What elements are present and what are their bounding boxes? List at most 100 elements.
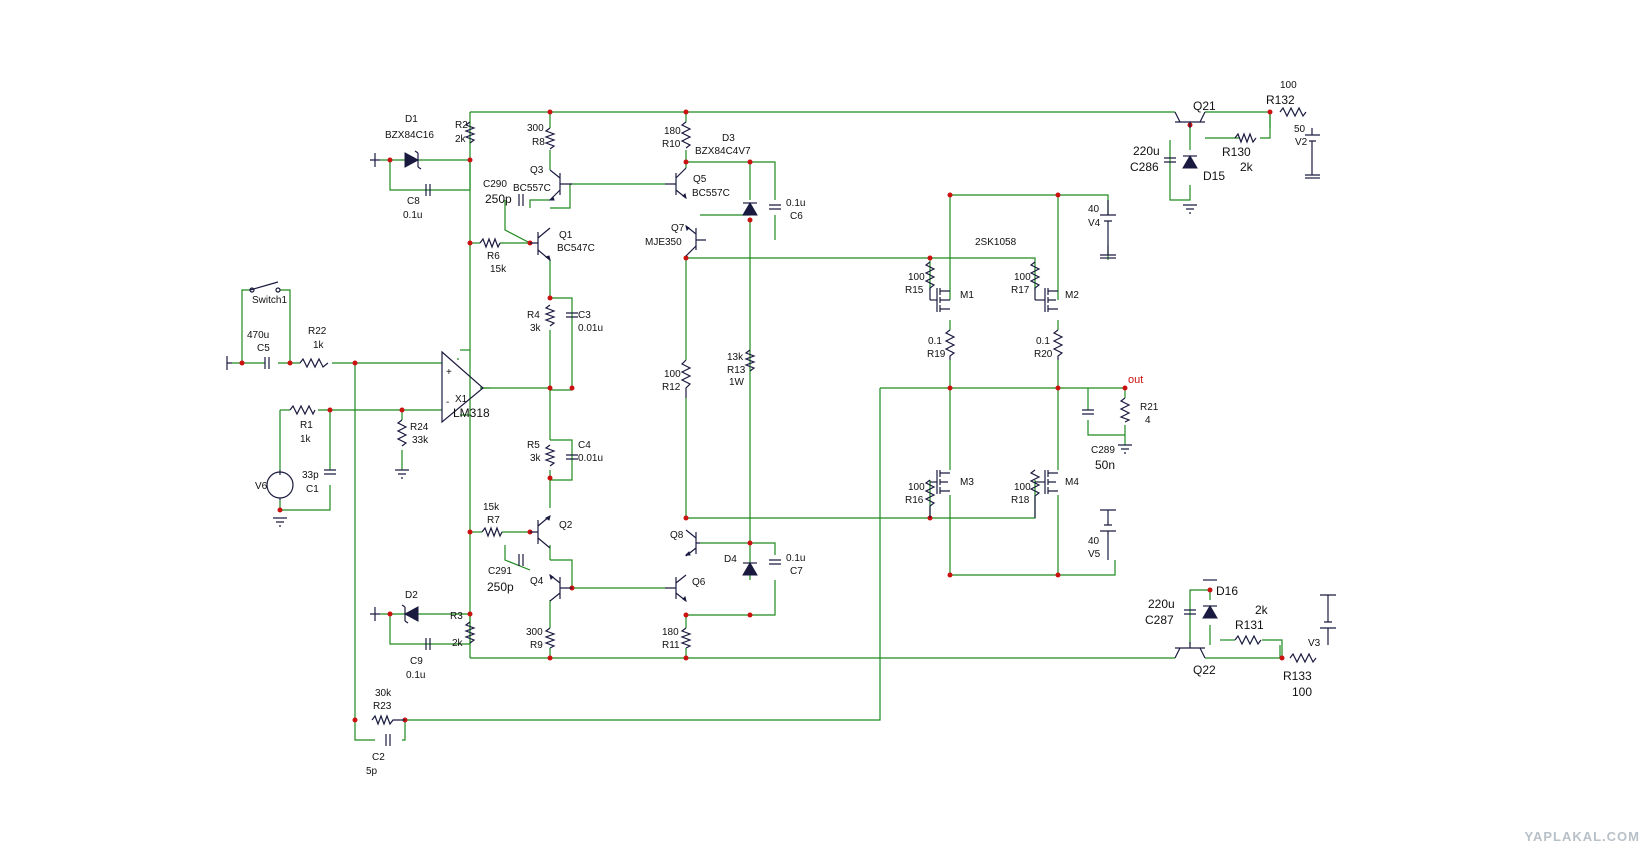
- label-c6-value: 0.1u: [786, 198, 805, 209]
- resistor-r11: [680, 627, 692, 649]
- label-c1: C1: [306, 484, 319, 495]
- capacitor-c1: [324, 469, 336, 475]
- zener-d15: [1182, 155, 1198, 169]
- label-r6: R6: [487, 251, 500, 262]
- label-v5: V5: [1088, 549, 1101, 560]
- ground-symbol: [370, 153, 380, 167]
- resistor-r8: [544, 127, 556, 150]
- resistor-r24: [396, 419, 408, 447]
- resistor-r12: [680, 359, 692, 398]
- mosfet-m3: [930, 470, 950, 494]
- label-d3: D3: [722, 133, 735, 144]
- label-r13-power: 1W: [729, 377, 745, 388]
- transistor-q8: [684, 529, 700, 557]
- label-q8: Q8: [670, 530, 684, 541]
- transistor-q7: [685, 224, 706, 257]
- label-r15: R15: [905, 285, 924, 296]
- label-r5-value: 3k: [530, 453, 542, 464]
- label-x1: X1: [455, 394, 468, 405]
- source-v4: [1100, 200, 1116, 256]
- label-r15-value: 100: [908, 272, 925, 283]
- label-r21: R21: [1140, 402, 1159, 413]
- label-c6: C6: [790, 211, 803, 222]
- capacitor-c6: [769, 204, 781, 210]
- source-v2: [1305, 128, 1320, 176]
- resistor-r23: [371, 714, 405, 726]
- label-d1-value: BZX84C16: [385, 130, 434, 141]
- label-q5: Q5: [693, 174, 707, 185]
- capacitor-c289: [1082, 409, 1094, 415]
- label-r20: R20: [1034, 349, 1053, 360]
- zener-d16: [1202, 605, 1218, 619]
- resistor-r1: [289, 404, 316, 416]
- label-r12-value: 100: [664, 369, 681, 380]
- label-r16-value: 100: [908, 482, 925, 493]
- label-d2: D2: [405, 590, 418, 601]
- source-v3: [1320, 594, 1336, 645]
- label-v6: V6: [255, 481, 268, 492]
- label-d3-value: BZX84C4V7: [695, 146, 751, 157]
- label-q22: Q22: [1193, 663, 1216, 677]
- label-r132: R132: [1266, 93, 1295, 107]
- label-c5: C5: [257, 343, 270, 354]
- label-r23-value: 30k: [375, 688, 392, 699]
- label-c1-value: 33p: [302, 470, 319, 481]
- resistor-r10: [680, 121, 692, 149]
- label-r130-value: 2k: [1240, 160, 1254, 174]
- label-r133: R133: [1283, 669, 1312, 683]
- label-r17-value: 100: [1014, 272, 1031, 283]
- label-r8-value: 300: [527, 123, 544, 134]
- ground-symbol: [226, 356, 232, 370]
- mosfet-m4: [1035, 470, 1058, 494]
- label-q7: Q7: [671, 223, 685, 234]
- label-r7-value: 15k: [483, 502, 500, 513]
- label-m1: M1: [960, 290, 974, 301]
- label-r10-value: 180: [664, 126, 681, 137]
- label-c286-value: 220u: [1133, 144, 1160, 158]
- label-c5-value: 470u: [247, 330, 269, 341]
- label-r11: R11: [662, 640, 680, 651]
- label-r19: R19: [927, 349, 946, 360]
- transistor-q5: [665, 167, 687, 200]
- label-r132-value: 100: [1280, 80, 1297, 91]
- label-c8-value: 0.1u: [403, 210, 422, 221]
- label-r8: R8: [532, 137, 545, 148]
- label-q3: Q3: [530, 165, 544, 176]
- resistor-r5: [544, 444, 556, 467]
- label-q6: Q6: [692, 577, 706, 588]
- label-c2-value: 5p: [366, 766, 378, 777]
- label-c289: C289: [1091, 445, 1115, 456]
- label-c287: C287: [1145, 613, 1174, 627]
- ground-symbol: [1118, 444, 1132, 454]
- label-r20-value: 0.1: [1036, 336, 1050, 347]
- label-r1: R1: [300, 420, 313, 431]
- label-r16: R16: [905, 495, 924, 506]
- label-r10: R10: [662, 139, 681, 150]
- transistor-q1: [530, 227, 551, 262]
- label-v4: V4: [1088, 218, 1101, 229]
- label-v3: V3: [1308, 638, 1321, 649]
- wires: [232, 111, 1283, 741]
- label-c289-value: 50n: [1095, 458, 1115, 472]
- label-c3: C3: [578, 310, 591, 321]
- label-q3-value: BC557C: [513, 183, 551, 194]
- resistor-r20: [1052, 329, 1064, 360]
- label-q1-value: BC547C: [557, 243, 595, 254]
- resistor-r21: [1119, 397, 1131, 423]
- ground-symbol: [370, 607, 380, 621]
- label-r22-value: 1k: [313, 340, 325, 351]
- label-r13-value: 13k: [727, 352, 744, 363]
- label-r23: R23: [373, 701, 392, 712]
- label-r131: R131: [1235, 618, 1264, 632]
- label-r22: R22: [308, 326, 327, 337]
- label-r17: R17: [1011, 285, 1030, 296]
- transistor-q6: [665, 574, 687, 603]
- label-r4: R4: [527, 310, 540, 321]
- label-r131-value: 2k: [1255, 603, 1269, 617]
- zener-d1: [404, 150, 422, 170]
- label-r2: R2: [455, 120, 468, 131]
- label-q4: Q4: [530, 576, 544, 587]
- watermark-text: YAPLAKAL.COM: [1524, 829, 1640, 844]
- mosfet-m2: [1035, 288, 1058, 312]
- label-c291-value: 250p: [487, 580, 514, 594]
